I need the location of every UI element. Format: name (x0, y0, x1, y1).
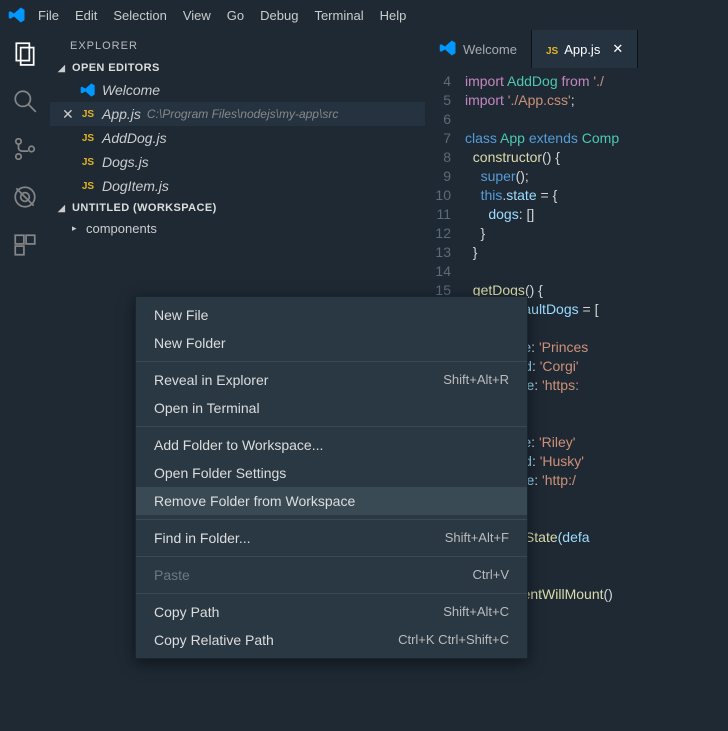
open-editor-welcome[interactable]: Welcome (50, 78, 425, 102)
ctx-label: Add Folder to Workspace... (154, 437, 323, 453)
js-file-icon: JS (546, 42, 558, 57)
search-icon[interactable] (12, 88, 38, 114)
ctx-new-folder[interactable]: New Folder (136, 329, 527, 357)
ctx-add-folder-to-workspace[interactable]: Add Folder to Workspace... (136, 431, 527, 459)
ctx-label: New File (154, 307, 208, 323)
ctx-open-in-terminal[interactable]: Open in Terminal (136, 394, 527, 422)
ctx-remove-folder-from-workspace[interactable]: Remove Folder from Workspace (136, 487, 527, 515)
explorer-icon[interactable] (12, 40, 38, 66)
open-editors-header[interactable]: ◢OPEN EDITORS (50, 58, 425, 78)
file-name: Dogs.js (102, 154, 149, 170)
ctx-label: Paste (154, 567, 190, 583)
ctx-open-folder-settings[interactable]: Open Folder Settings (136, 459, 527, 487)
ctx-shortcut: Shift+Alt+F (445, 530, 509, 546)
menu-separator (136, 519, 527, 520)
menu-separator (136, 361, 527, 362)
ctx-shortcut: Shift+Alt+C (443, 604, 509, 620)
ctx-shortcut: Ctrl+K Ctrl+Shift+C (398, 632, 509, 648)
ctx-find-in-folder[interactable]: Find in Folder... Shift+Alt+F (136, 524, 527, 552)
activity-bar (0, 30, 50, 731)
ctx-shortcut: Ctrl+V (473, 567, 509, 583)
ctx-reveal-in-explorer[interactable]: Reveal in Explorer Shift+Alt+R (136, 366, 527, 394)
menu-view[interactable]: View (175, 4, 219, 27)
open-editor-app-js[interactable]: ✕ JS App.js C:\Program Files\nodejs\my-app\… (50, 102, 425, 126)
context-menu[interactable]: New File New Folder Reveal in Explorer Shif… (135, 296, 528, 659)
menu-go[interactable]: Go (219, 4, 252, 27)
ctx-label: New Folder (154, 335, 226, 351)
ctx-label: Remove Folder from Workspace (154, 493, 355, 509)
close-icon[interactable]: ✕ (612, 41, 623, 57)
menu-separator (136, 593, 527, 594)
ctx-paste: Paste Ctrl+V (136, 561, 527, 589)
ctx-copy-path[interactable]: Copy Path Shift+Alt+C (136, 598, 527, 626)
tab-welcome[interactable]: Welcome (425, 30, 532, 68)
open-editor-dogs-js[interactable]: JS Dogs.js (50, 150, 425, 174)
menu-selection[interactable]: Selection (105, 4, 174, 27)
open-editor-dogitem-js[interactable]: JS DogItem.js (50, 174, 425, 198)
menu-help[interactable]: Help (372, 4, 415, 27)
vscode-logo-icon (8, 6, 26, 24)
debug-icon[interactable] (12, 184, 38, 210)
tab-label: Welcome (463, 42, 517, 57)
js-file-icon: JS (80, 106, 96, 122)
file-name: AddDog.js (102, 130, 167, 146)
tab-app-js[interactable]: JS App.js ✕ (532, 30, 638, 68)
ctx-label: Open Folder Settings (154, 465, 286, 481)
ctx-shortcut: Shift+Alt+R (443, 372, 509, 388)
source-control-icon[interactable] (12, 136, 38, 162)
extensions-icon[interactable] (12, 232, 38, 258)
workspace-header[interactable]: ◢UNTITLED (WORKSPACE) (50, 198, 425, 218)
menubar: FileEditSelectionViewGoDebugTerminalHelp (0, 0, 728, 30)
vscode-icon (439, 39, 457, 60)
ctx-label: Open in Terminal (154, 400, 260, 416)
editor-tabs: Welcome JS App.js ✕ (425, 30, 728, 68)
menu-file[interactable]: File (30, 4, 67, 27)
sidebar-title: EXPLORER (50, 30, 425, 58)
open-editor-adddog-js[interactable]: JS AddDog.js (50, 126, 425, 150)
js-file-icon: JS (80, 154, 96, 170)
ctx-label: Copy Relative Path (154, 632, 274, 648)
menu-terminal[interactable]: Terminal (306, 4, 371, 27)
vscode-icon (80, 82, 96, 98)
ctx-new-file[interactable]: New File (136, 301, 527, 329)
ctx-label: Find in Folder... (154, 530, 251, 546)
menu-debug[interactable]: Debug (252, 4, 306, 27)
js-file-icon: JS (80, 130, 96, 146)
tab-label: App.js (564, 42, 600, 57)
close-icon[interactable]: ✕ (62, 106, 74, 123)
js-file-icon: JS (80, 178, 96, 194)
ctx-label: Reveal in Explorer (154, 372, 268, 388)
ctx-label: Copy Path (154, 604, 219, 620)
menu-separator (136, 426, 527, 427)
ctx-copy-relative-path[interactable]: Copy Relative Path Ctrl+K Ctrl+Shift+C (136, 626, 527, 654)
menu-separator (136, 556, 527, 557)
file-path: C:\Program Files\nodejs\my-app\src (147, 107, 338, 121)
file-name: Welcome (102, 82, 160, 98)
file-name: App.js (102, 106, 141, 122)
file-name: DogItem.js (102, 178, 169, 194)
menu-edit[interactable]: Edit (67, 4, 105, 27)
tree-item-components[interactable]: ▸components (50, 218, 425, 239)
